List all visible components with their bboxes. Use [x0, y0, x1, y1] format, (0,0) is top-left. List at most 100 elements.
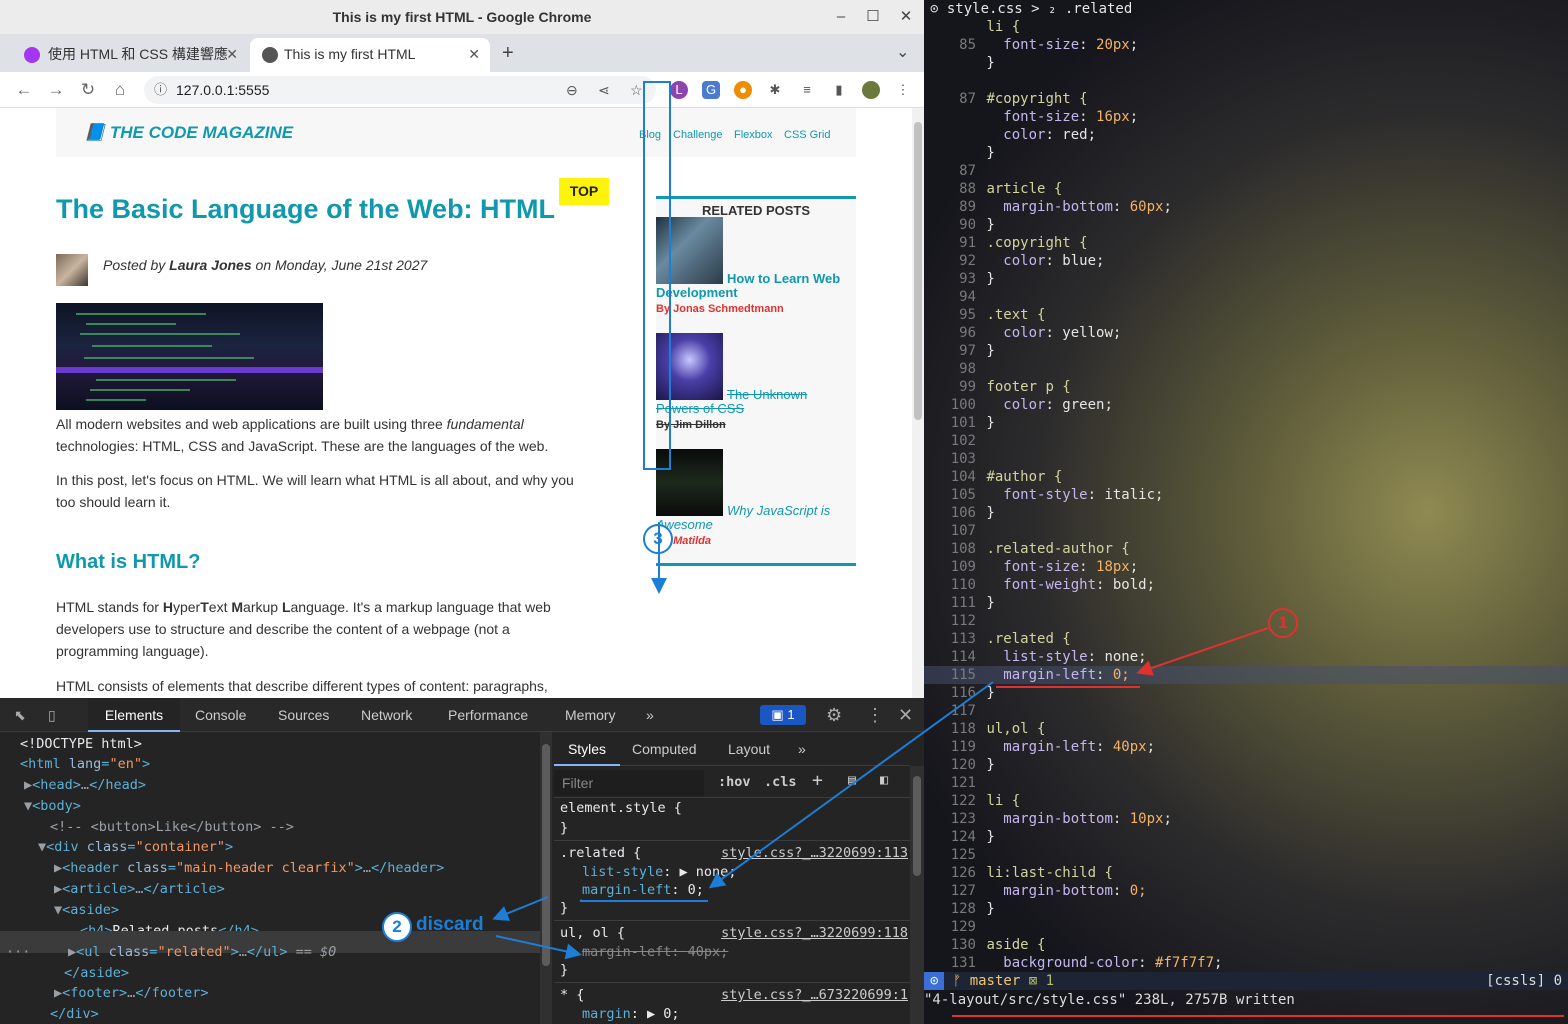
vim-line[interactable]: 109 font-size: 18px;: [924, 558, 1568, 576]
tab-udemy[interactable]: 使用 HTML 和 CSS 構建響應 ✕: [4, 38, 248, 72]
collapse-arrow-icon[interactable]: ▼: [38, 839, 46, 855]
extension-lr-icon[interactable]: L: [670, 81, 688, 99]
vim-line[interactable]: 128 }: [924, 900, 1568, 918]
hov-toggle[interactable]: :hov: [718, 774, 751, 790]
vim-line[interactable]: 107: [924, 522, 1568, 540]
rule-universal-source-link[interactable]: style.css?_…673220699:1: [721, 987, 908, 1003]
top-button[interactable]: TOP: [559, 178, 609, 205]
vim-line[interactable]: 90 }: [924, 216, 1568, 234]
row-dots-icon[interactable]: ···: [6, 942, 30, 963]
vim-line[interactable]: 125: [924, 846, 1568, 864]
vim-line[interactable]: 110 font-weight: bold;: [924, 576, 1568, 594]
maximize-icon[interactable]: ☐: [858, 0, 888, 34]
reading-list-icon[interactable]: ≡: [798, 81, 816, 99]
vim-line[interactable]: 103: [924, 450, 1568, 468]
vim-line[interactable]: 113 .related {: [924, 630, 1568, 648]
tab-elements[interactable]: Elements: [88, 698, 180, 732]
tab-computed[interactable]: Computed: [632, 732, 697, 766]
vim-line[interactable]: color: red;: [924, 126, 1568, 144]
vim-line[interactable]: 123 margin-bottom: 10px;: [924, 810, 1568, 828]
close-window-icon[interactable]: ✕: [891, 0, 921, 34]
vim-line[interactable]: 114 list-style: none;: [924, 648, 1568, 666]
collapse-arrow-icon[interactable]: ▼: [24, 798, 32, 814]
vim-line[interactable]: 117: [924, 702, 1568, 720]
more-style-tabs-chevron-icon[interactable]: »: [798, 732, 806, 766]
related-title-2[interactable]: The Unknown Powers of CSS: [656, 388, 816, 416]
prop-margin[interactable]: margin: ▶ 0;: [582, 1006, 680, 1022]
new-rule-button[interactable]: +: [812, 770, 823, 791]
vim-line[interactable]: 100 color: green;: [924, 396, 1568, 414]
vim-line[interactable]: 97 }: [924, 342, 1568, 360]
tab-styles[interactable]: Styles: [554, 732, 620, 766]
vim-line[interactable]: 105 font-style: italic;: [924, 486, 1568, 504]
device-toolbar-icon[interactable]: ▯: [48, 698, 56, 732]
vim-line[interactable]: 119 margin-left: 40px;: [924, 738, 1568, 756]
inspect-element-icon[interactable]: ⬉: [14, 698, 26, 732]
collapse-arrow-icon[interactable]: ▼: [54, 902, 62, 918]
rule-related-selector[interactable]: .related {: [560, 845, 641, 861]
vim-line[interactable]: 95 .text {: [924, 306, 1568, 324]
bookmark-star-icon[interactable]: ☆: [630, 76, 643, 104]
prop-list-style[interactable]: list-style: ▶ none;: [582, 864, 736, 880]
vim-line[interactable]: 112: [924, 612, 1568, 630]
prop-margin-left-overridden[interactable]: margin-left: 40px;: [582, 944, 728, 960]
page-scrollbar[interactable]: [912, 108, 924, 698]
vim-line[interactable]: 85 font-size: 20px;: [924, 36, 1568, 54]
nav-link-challenge[interactable]: Challenge: [673, 129, 723, 141]
tab-console[interactable]: Console: [195, 698, 246, 732]
expand-arrow-icon[interactable]: ▶: [68, 944, 76, 960]
dom-aside-close[interactable]: </aside>: [64, 963, 129, 984]
vim-line[interactable]: 87 #copyright {: [924, 90, 1568, 108]
dom-aside[interactable]: ▼<aside>: [54, 900, 119, 921]
vim-line[interactable]: 96 color: yellow;: [924, 324, 1568, 342]
vim-line[interactable]: }: [924, 144, 1568, 162]
share-icon[interactable]: ⋖: [598, 76, 610, 104]
vim-line[interactable]: 115 margin-left: 0;: [924, 666, 1568, 684]
address-bar[interactable]: ⓘ 127.0.0.1:5555 ⊖ ⋖ ☆: [144, 76, 656, 104]
vim-line[interactable]: 118 ul,ol {: [924, 720, 1568, 738]
more-tabs-chevron-icon[interactable]: »: [646, 698, 654, 732]
new-tab-button[interactable]: +: [502, 38, 514, 68]
dom-footer[interactable]: ▶<footer>…</footer>: [54, 983, 208, 1004]
vim-line[interactable]: 129: [924, 918, 1568, 936]
tab-active[interactable]: This is my first HTML ✕: [250, 38, 490, 72]
issues-badge[interactable]: ▣ 1: [760, 705, 806, 725]
rule-ul-ol-source-link[interactable]: style.css?_…3220699:118: [721, 925, 908, 941]
vim-line[interactable]: 88 article {: [924, 180, 1568, 198]
vim-line[interactable]: li {: [924, 18, 1568, 36]
vim-line[interactable]: font-size: 16px;: [924, 108, 1568, 126]
toggle-sidebar-icon[interactable]: ◧: [880, 772, 888, 788]
rule-ul-ol-selector[interactable]: ul, ol {: [560, 925, 625, 941]
page-scrollbar-thumb[interactable]: [914, 122, 922, 420]
collapsed-ellipsis[interactable]: …: [81, 777, 89, 793]
minimize-icon[interactable]: –: [826, 0, 856, 34]
rule-universal-selector[interactable]: * {: [560, 987, 584, 1003]
vim-line[interactable]: 108 .related-author {: [924, 540, 1568, 558]
dom-ul-related[interactable]: ▶<ul class="related">…</ul> == $0: [68, 942, 336, 963]
dom-scrollbar[interactable]: [540, 732, 552, 1024]
dom-scrollbar-thumb[interactable]: [542, 744, 550, 966]
dom-header[interactable]: ▶<header class="main-header clearfix">…<…: [54, 858, 444, 879]
vim-line[interactable]: 89 margin-bottom: 60px;: [924, 198, 1568, 216]
vim-line[interactable]: 99 footer p {: [924, 378, 1568, 396]
vim-line[interactable]: 104 #author {: [924, 468, 1568, 486]
vim-line[interactable]: 106 }: [924, 504, 1568, 522]
vim-line[interactable]: 94: [924, 288, 1568, 306]
expand-arrow-icon[interactable]: ▶: [54, 860, 62, 876]
tab-layout[interactable]: Layout: [728, 732, 770, 766]
home-icon[interactable]: ⌂: [108, 78, 132, 102]
vim-line[interactable]: 87: [924, 162, 1568, 180]
forward-icon[interactable]: →: [44, 78, 68, 102]
related-title-3[interactable]: Why JavaScript is Awesome: [656, 504, 836, 532]
vim-line[interactable]: 98: [924, 360, 1568, 378]
reload-icon[interactable]: ↻: [76, 78, 100, 102]
dom-comment[interactable]: <!-- <button>Like</button> -->: [50, 817, 294, 838]
back-icon[interactable]: ←: [12, 78, 36, 102]
tab-close-icon[interactable]: ✕: [226, 38, 238, 70]
vim-line[interactable]: 92 color: blue;: [924, 252, 1568, 270]
tab-network[interactable]: Network: [361, 698, 412, 732]
tab-sources[interactable]: Sources: [278, 698, 329, 732]
dom-head[interactable]: ▶<head>…</head>: [24, 775, 146, 796]
zoom-icon[interactable]: ⊖: [566, 76, 578, 104]
devtools-menu-icon[interactable]: ⋮: [866, 698, 884, 732]
